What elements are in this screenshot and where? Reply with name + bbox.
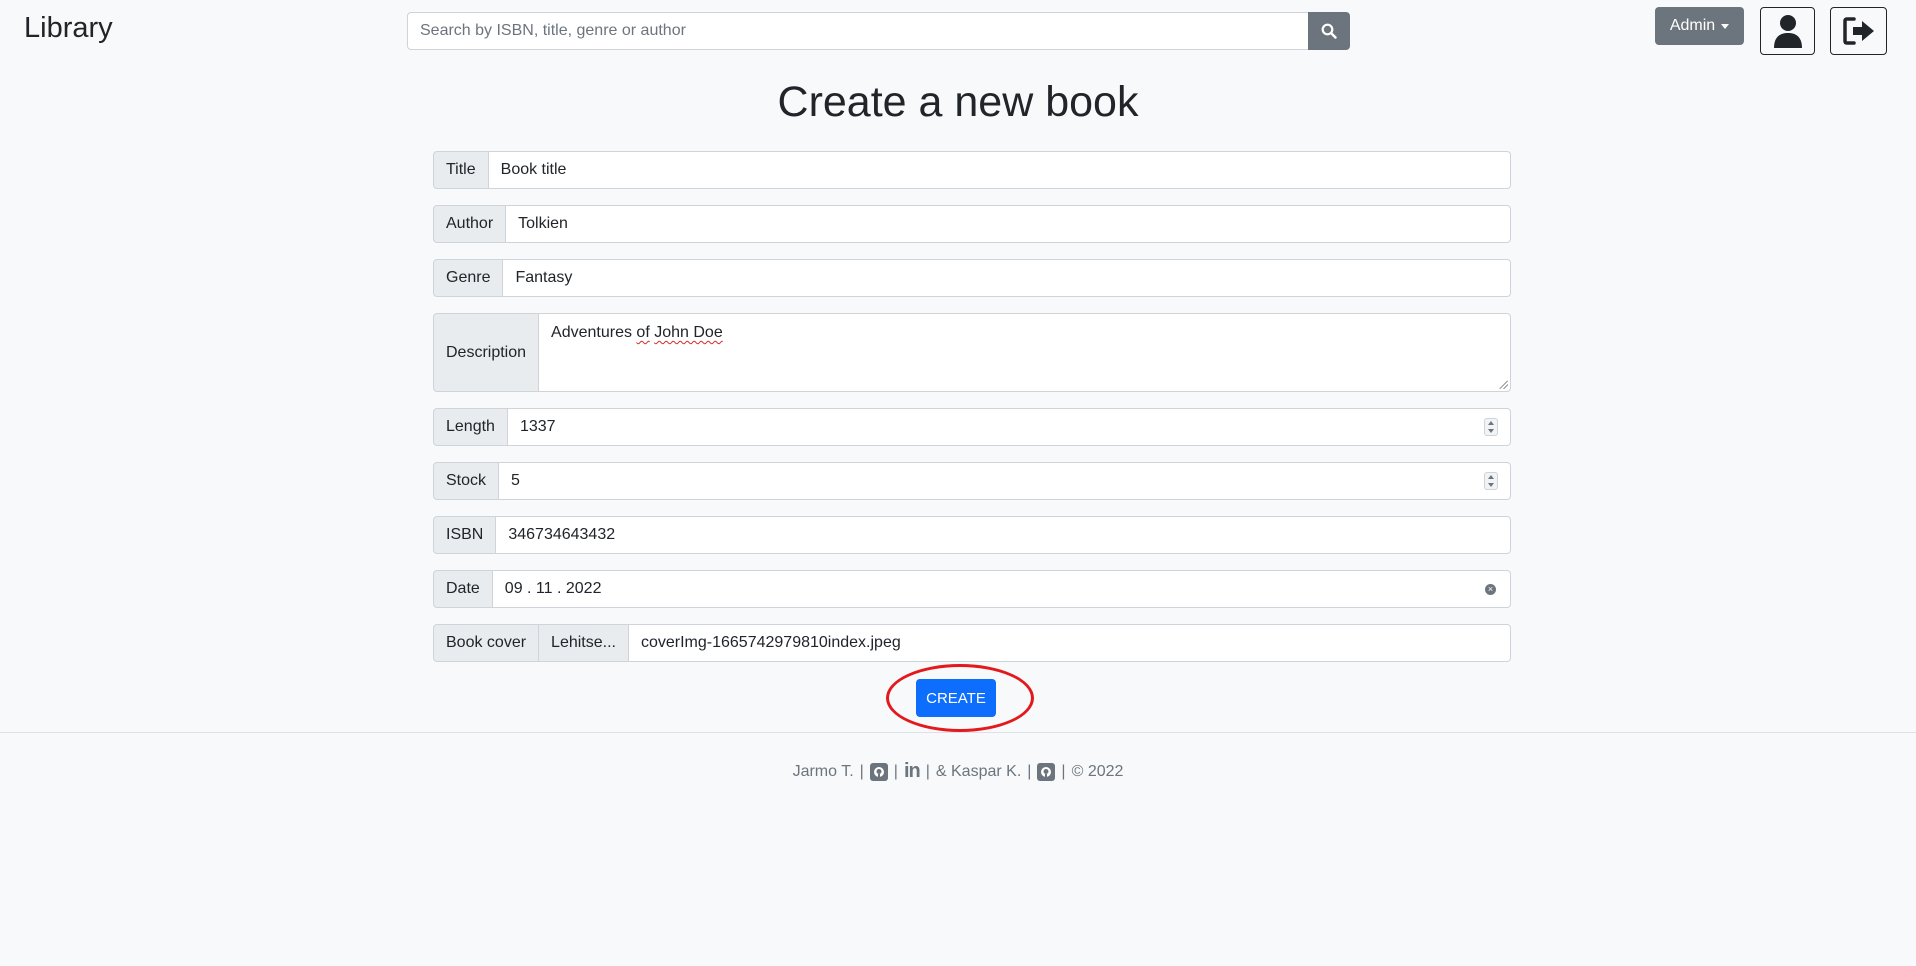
description-value: Adventures of John Doe xyxy=(551,324,723,341)
stepper-down-icon xyxy=(1488,429,1494,433)
stock-stepper[interactable] xyxy=(1484,472,1498,490)
description-textarea[interactable]: Adventures of John Doe xyxy=(539,313,1511,392)
resize-handle[interactable] xyxy=(1498,379,1508,389)
isbn-value: 346734643432 xyxy=(508,526,616,543)
linkedin-icon[interactable]: in xyxy=(904,760,921,783)
author-value: Tolkien xyxy=(518,215,568,232)
length-label: Length xyxy=(433,408,508,446)
separator: | xyxy=(1027,762,1032,780)
admin-dropdown[interactable]: Admin xyxy=(1655,7,1744,45)
search-button[interactable] xyxy=(1308,12,1350,50)
chevron-down-icon xyxy=(1721,23,1730,29)
cover-filename: coverImg-1665742979810index.jpeg xyxy=(640,634,901,651)
file-browse-button[interactable]: Lehitse... xyxy=(539,624,629,662)
clear-icon[interactable]: × xyxy=(1485,584,1496,595)
profile-button[interactable] xyxy=(1760,7,1815,55)
length-value: 1337 xyxy=(519,418,556,435)
page-title: Create a new book xyxy=(777,78,1139,126)
genre-input[interactable]: Fantasy xyxy=(503,259,1511,297)
github-icon[interactable] xyxy=(1037,762,1056,781)
length-stepper[interactable] xyxy=(1484,418,1498,436)
stock-value: 5 xyxy=(511,472,520,489)
genre-row: Genre Fantasy xyxy=(433,259,1511,297)
user-icon xyxy=(1773,15,1802,48)
separator: | xyxy=(925,762,930,780)
separator: | xyxy=(859,762,864,780)
search-icon xyxy=(1321,23,1337,39)
stepper-up-icon xyxy=(1488,475,1494,479)
author-input[interactable]: Tolkien xyxy=(506,205,1511,243)
description-label: Description xyxy=(433,313,540,392)
stock-row: Stock 5 xyxy=(433,462,1511,500)
genre-label: Genre xyxy=(433,259,504,297)
title-input[interactable]: Book title xyxy=(488,151,1511,189)
footer-divider xyxy=(0,732,1916,733)
highlight-annotation xyxy=(886,664,1034,732)
stepper-down-icon xyxy=(1488,483,1494,487)
footer-author-1: Jarmo T. xyxy=(792,762,854,780)
title-value: Book title xyxy=(500,161,567,178)
stock-label: Stock xyxy=(433,462,500,500)
length-row: Length 1337 xyxy=(433,408,1511,446)
cover-file-input[interactable]: coverImg-1665742979810index.jpeg xyxy=(628,624,1511,662)
title-row: Title Book title xyxy=(433,151,1511,189)
stepper-up-icon xyxy=(1488,421,1494,425)
isbn-label: ISBN xyxy=(433,516,497,554)
logout-button[interactable] xyxy=(1830,7,1887,55)
title-label: Title xyxy=(433,151,489,189)
description-row: Description Adventures of John Doe xyxy=(433,313,1511,392)
footer-author-2: & Kaspar K. xyxy=(935,762,1022,780)
stock-input[interactable]: 5 xyxy=(499,462,1511,500)
length-input[interactable]: 1337 xyxy=(507,408,1511,446)
cover-label: Book cover xyxy=(433,624,540,662)
isbn-input[interactable]: 346734643432 xyxy=(496,516,1511,554)
date-value: 09 . 11 . 2022 xyxy=(504,580,602,597)
search-bar xyxy=(407,12,1350,50)
separator: | xyxy=(1061,762,1066,780)
github-icon[interactable] xyxy=(869,762,888,781)
separator: | xyxy=(893,762,898,780)
admin-label: Admin xyxy=(1669,17,1716,34)
date-label: Date xyxy=(433,570,493,608)
date-input[interactable]: 09 . 11 . 2022 × xyxy=(492,570,1511,608)
search-input[interactable] xyxy=(407,12,1308,50)
copyright: © 2022 xyxy=(1071,762,1124,780)
genre-value: Fantasy xyxy=(515,269,573,286)
author-row: Author Tolkien xyxy=(433,205,1511,243)
date-row: Date 09 . 11 . 2022 × xyxy=(433,570,1511,608)
cover-row: Book cover Lehitse... coverImg-166574297… xyxy=(433,624,1511,662)
logout-icon xyxy=(1842,17,1874,45)
footer: Jarmo T. | | in | & Kaspar K. | | © 2022 xyxy=(0,760,1916,783)
isbn-row: ISBN 346734643432 xyxy=(433,516,1511,554)
author-label: Author xyxy=(433,205,507,243)
brand-title[interactable]: Library xyxy=(24,12,113,45)
